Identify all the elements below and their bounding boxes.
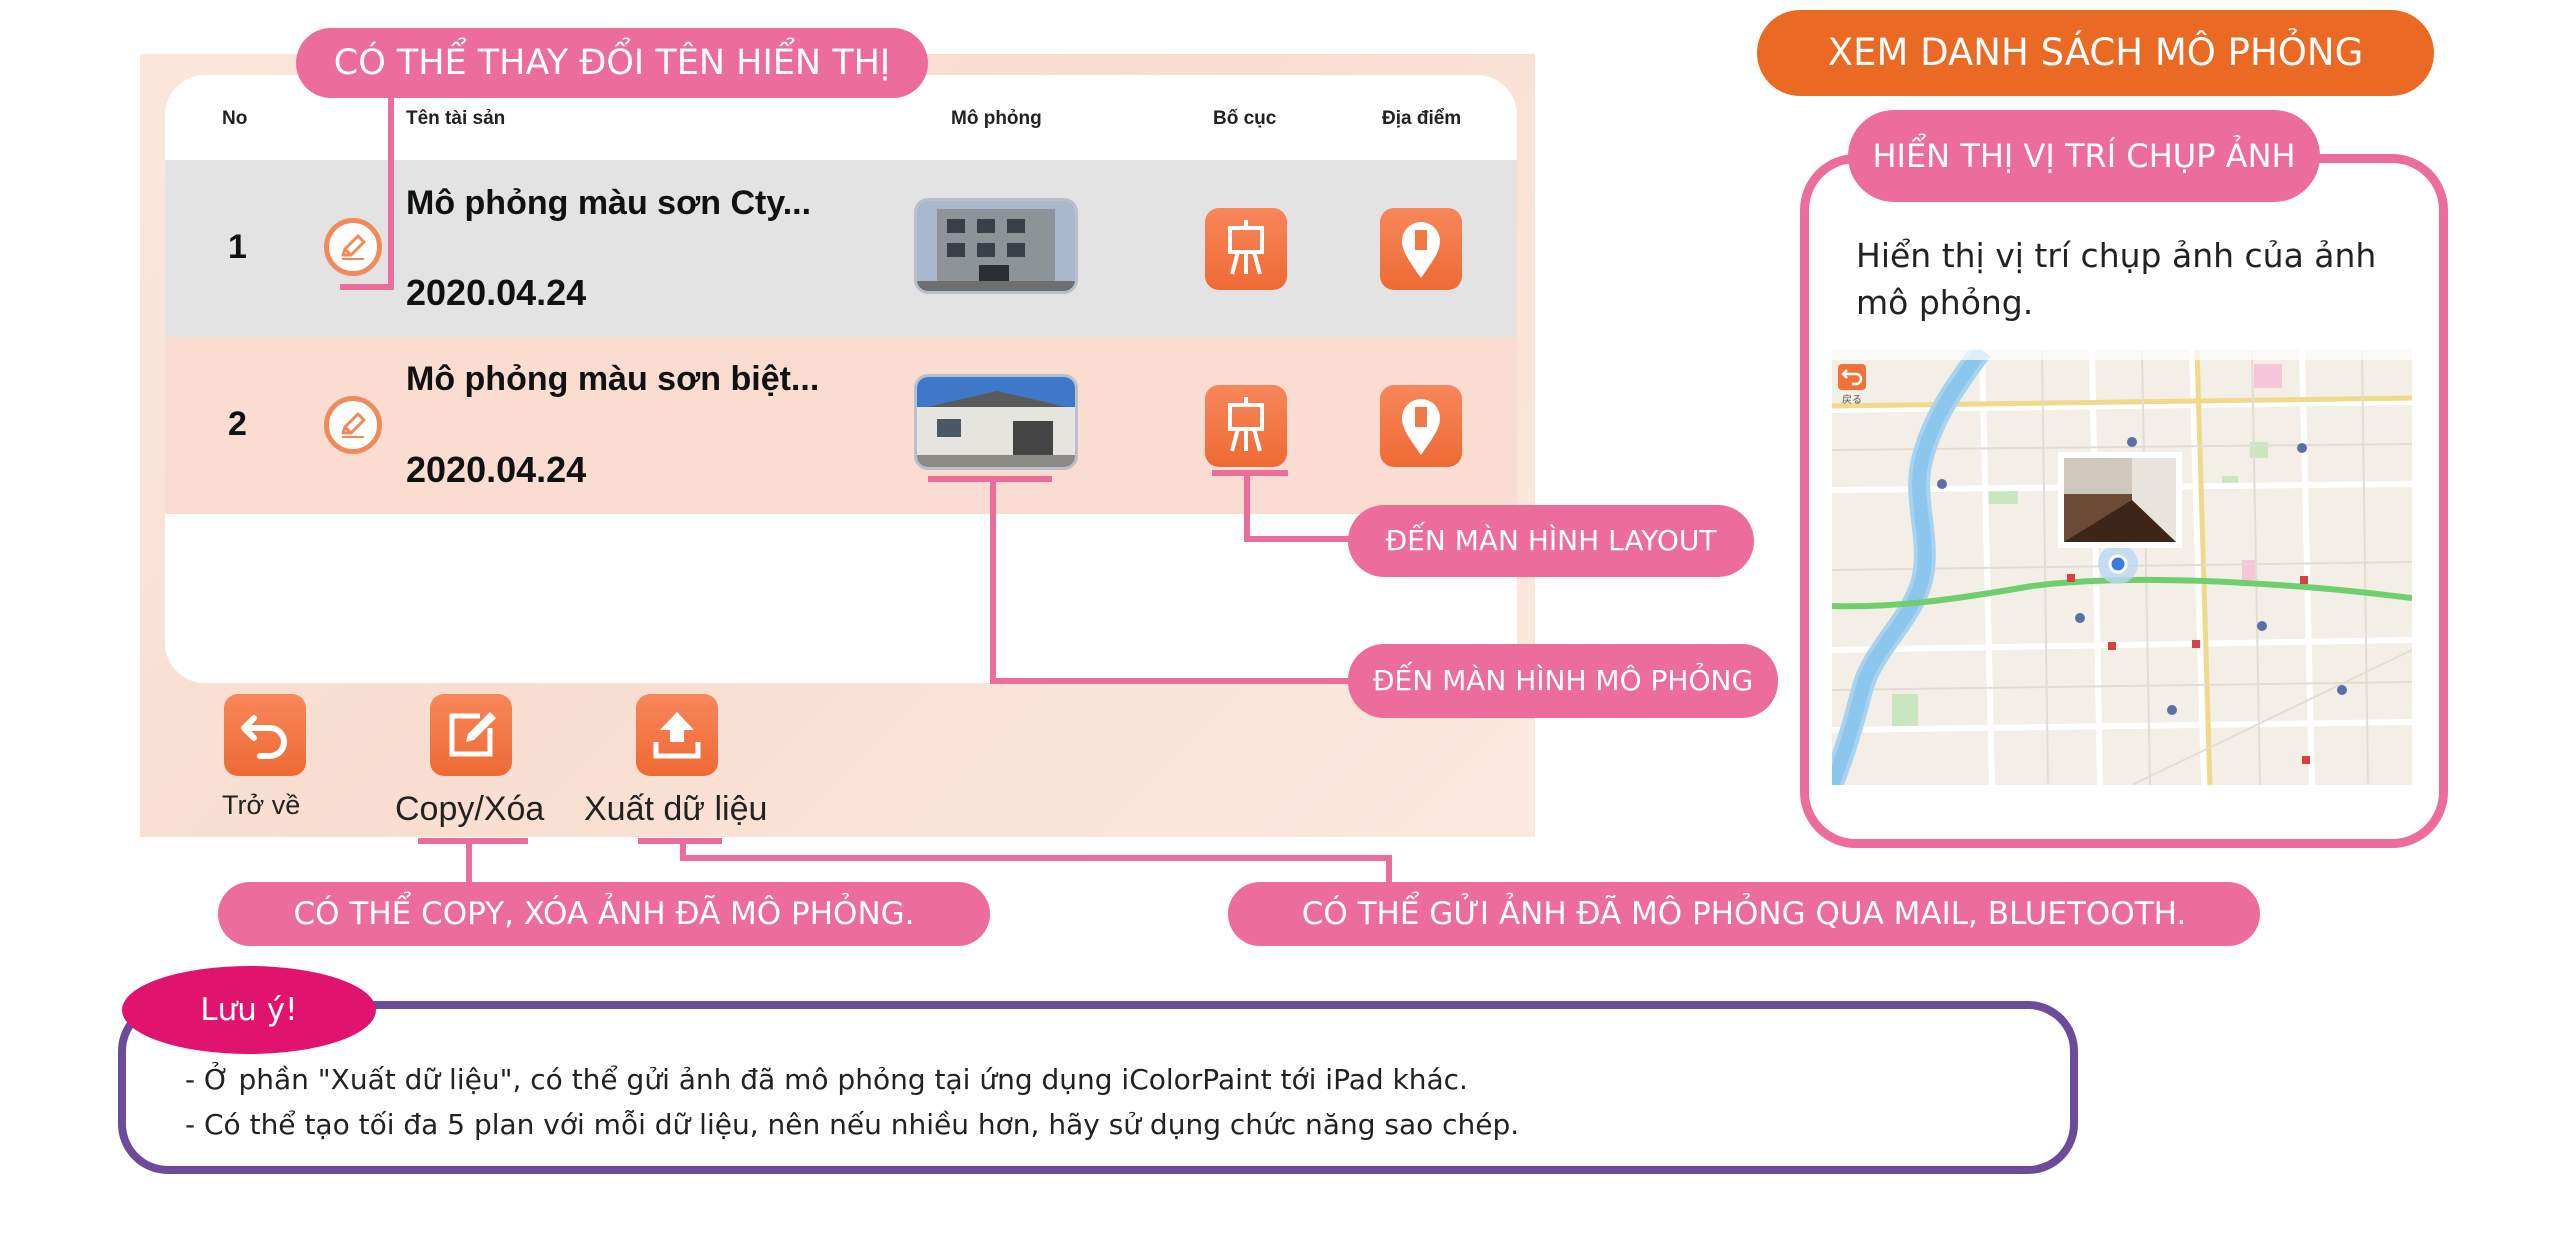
note-badge: Lưu ý!	[122, 966, 376, 1054]
property-date: 2020.04.24	[406, 272, 587, 313]
connector-line	[1212, 470, 1288, 476]
export-data-button-label[interactable]: Xuất dữ liệu	[584, 790, 767, 829]
connector-line	[388, 98, 394, 288]
upload-icon[interactable]	[636, 694, 718, 776]
property-name[interactable]: Mô phỏng màu sơn biệt...	[406, 360, 819, 399]
col-header-simulation: Mô phỏng	[951, 108, 1042, 129]
map-back-label: 戻る	[1842, 393, 1862, 406]
back-arrow-icon[interactable]	[224, 694, 306, 776]
connector-line	[990, 678, 1354, 684]
col-header-no: No	[222, 108, 248, 129]
connector-line	[680, 855, 1392, 861]
connector-line	[466, 838, 472, 888]
col-header-layout: Bố cục	[1213, 108, 1277, 129]
location-panel-title: HIỂN THỊ VỊ TRÍ CHỤP ẢNH	[1848, 110, 2320, 202]
map-pin-icon[interactable]	[1380, 208, 1462, 290]
location-map[interactable]: 戻る	[1832, 350, 2412, 785]
callout-to-simulation: ĐẾN MÀN HÌNH MÔ PHỎNG	[1348, 644, 1778, 718]
connector-line	[1244, 536, 1354, 542]
edit-icon[interactable]	[430, 694, 512, 776]
easel-icon[interactable]	[1205, 385, 1287, 467]
map-pin-icon[interactable]	[1380, 385, 1462, 467]
note-line-1: - Ở phần "Xuất dữ liệu", có thể gửi ảnh …	[185, 1063, 1468, 1096]
property-date: 2020.04.24	[406, 449, 587, 490]
copy-delete-button-label[interactable]: Copy/Xóa	[395, 790, 544, 829]
callout-rename: CÓ THỂ THAY ĐỔI TÊN HIỂN THỊ	[296, 28, 928, 98]
property-name[interactable]: Mô phỏng màu sơn Cty...	[406, 184, 811, 223]
pencil-icon[interactable]	[324, 396, 382, 454]
connector-line	[990, 476, 996, 684]
connector-line	[1244, 470, 1250, 542]
note-line-2: - Có thể tạo tối đa 5 plan với mỗi dữ li…	[185, 1108, 1520, 1141]
callout-copy-delete: CÓ THỂ COPY, XÓA ẢNH ĐÃ MÔ PHỎNG.	[218, 882, 990, 946]
row-number: 1	[228, 228, 247, 266]
col-header-location: Địa điểm	[1382, 108, 1462, 129]
connector-line	[418, 838, 528, 844]
simulation-thumbnail[interactable]	[914, 374, 1078, 470]
view-simulation-list-heading: XEM DANH SÁCH MÔ PHỎNG	[1757, 10, 2434, 96]
easel-icon[interactable]	[1205, 208, 1287, 290]
simulation-thumbnail[interactable]	[914, 198, 1078, 294]
pencil-icon[interactable]	[324, 218, 382, 276]
col-header-name: Tên tài sản	[406, 108, 506, 129]
location-panel-description: Hiển thị vị trí chụp ảnh của ảnh mô phỏn…	[1856, 236, 2377, 322]
callout-to-layout: ĐẾN MÀN HÌNH LAYOUT	[1348, 505, 1754, 577]
connector-line	[340, 284, 394, 290]
back-button-label[interactable]: Trở về	[222, 790, 300, 821]
callout-send: CÓ THỂ GỬI ẢNH ĐÃ MÔ PHỎNG QUA MAIL, BLU…	[1228, 882, 2260, 946]
row-number: 2	[228, 405, 247, 443]
